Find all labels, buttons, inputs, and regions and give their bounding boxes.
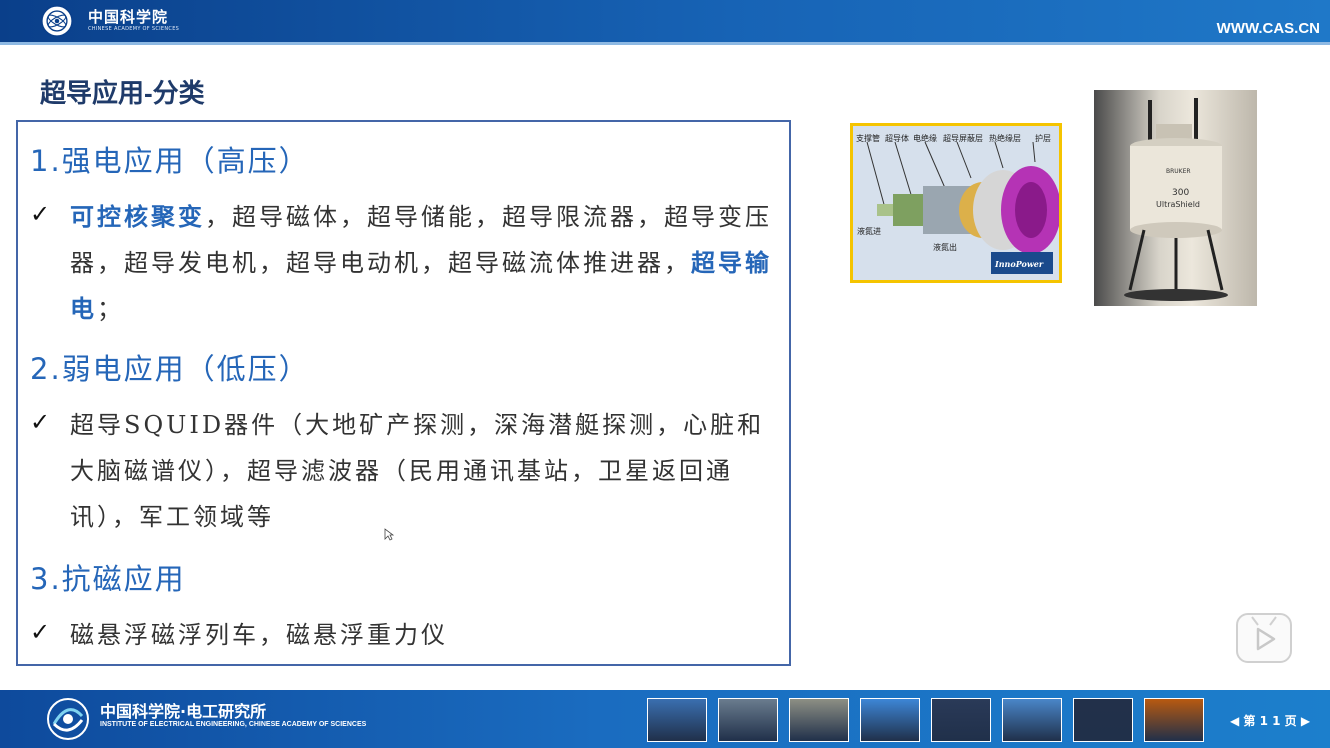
thumbnail[interactable] <box>860 698 920 742</box>
section-heading-2: 2.弱电应用（低压） <box>30 352 310 386</box>
diagram-brand: InnoPower <box>995 259 1044 269</box>
cas-logo-icon <box>40 4 74 38</box>
footer-org: 中国科学院·电工研究所 <box>100 702 267 721</box>
diagram-label: 护层 <box>1035 134 1051 143</box>
diagram-label: 热绝缘层 <box>989 134 1021 143</box>
page-indicator[interactable]: ◀ 第 1 1 页 ▶ <box>1230 712 1310 729</box>
slide-canvas: 超导应用-分类 1.强电应用（高压） ✓ 可控核聚变，超导磁体，超导储能，超导限… <box>0 45 1330 690</box>
video-play-button[interactable] <box>1236 613 1292 663</box>
thumbnail[interactable] <box>1002 698 1062 742</box>
diagram-label: 电绝缘 <box>913 134 937 143</box>
thumbnail[interactable] <box>931 698 991 742</box>
magnet-brand: BRUKER <box>1166 168 1191 175</box>
header-url[interactable]: WWW.CAS.CN <box>1217 20 1320 37</box>
section-text-2: 超导SQUID器件（大地矿产探测，深海潜艇探测，心脏和大脑磁谱仪），超导滤波器（… <box>70 411 765 531</box>
check-icon: ✓ <box>30 408 51 436</box>
cable-cross-section-icon <box>866 141 1059 274</box>
footer-org-en: INSTITUTE OF ELECTRICAL ENGINEERING, CHI… <box>100 721 367 728</box>
diagram-outlet-label: 液氮出 <box>933 243 957 252</box>
section-heading-3: 3.抗磁应用 <box>30 562 186 596</box>
play-icon <box>1251 616 1277 651</box>
header-brand-sub: CHINESE ACADEMY OF SCIENCES <box>88 26 180 32</box>
highlight-text: 可控核聚变 <box>70 202 205 231</box>
thumbnail[interactable] <box>718 698 778 742</box>
slide-title: 超导应用-分类 <box>40 78 205 108</box>
thumbnail[interactable] <box>1073 698 1133 742</box>
diagram-inlet-label: 液氮进 <box>857 227 881 236</box>
magnet-name: UltraShield <box>1156 200 1200 209</box>
thumbnail[interactable] <box>1144 698 1204 742</box>
check-icon: ✓ <box>30 618 51 646</box>
header-brand: 中国科学院 <box>88 8 169 26</box>
thumbnail[interactable] <box>789 698 849 742</box>
cable-diagram: 支撑管 超导体 电绝缘 超导屏蔽层 热绝缘层 护层 液氮进 液氮出 InnoPo… <box>850 123 1062 283</box>
body-text: ； <box>97 295 124 323</box>
content-box: 1.强电应用（高压） ✓ 可控核聚变，超导磁体，超导储能，超导限流器，超导变压器… <box>16 120 791 666</box>
diagram-label: 超导体 <box>885 134 909 143</box>
diagram-label: 超导屏蔽层 <box>943 134 983 143</box>
thumbnail[interactable] <box>647 698 707 742</box>
diagram-label: 支撑管 <box>856 134 880 143</box>
header-bar: 中国科学院 CHINESE ACADEMY OF SCIENCES WWW.CA… <box>0 0 1330 42</box>
mouse-cursor-icon <box>384 528 394 541</box>
section-text-1: 可控核聚变，超导磁体，超导储能，超导限流器，超导变压器，超导发电机，超导电动机，… <box>70 194 780 332</box>
section-text-3: 磁悬浮磁浮列车，磁悬浮重力仪 <box>70 621 448 649</box>
nmr-magnet-photo: BRUKER 300 UltraShield <box>1094 90 1257 306</box>
check-icon: ✓ <box>30 200 51 228</box>
magnet-icon <box>1124 98 1228 301</box>
magnet-model: 300 <box>1172 188 1190 198</box>
footer-bar: 中国科学院·电工研究所 INSTITUTE OF ELECTRICAL ENGI… <box>0 690 1330 748</box>
section-heading-1: 1.强电应用（高压） <box>30 144 310 178</box>
iee-logo-icon <box>47 698 89 740</box>
